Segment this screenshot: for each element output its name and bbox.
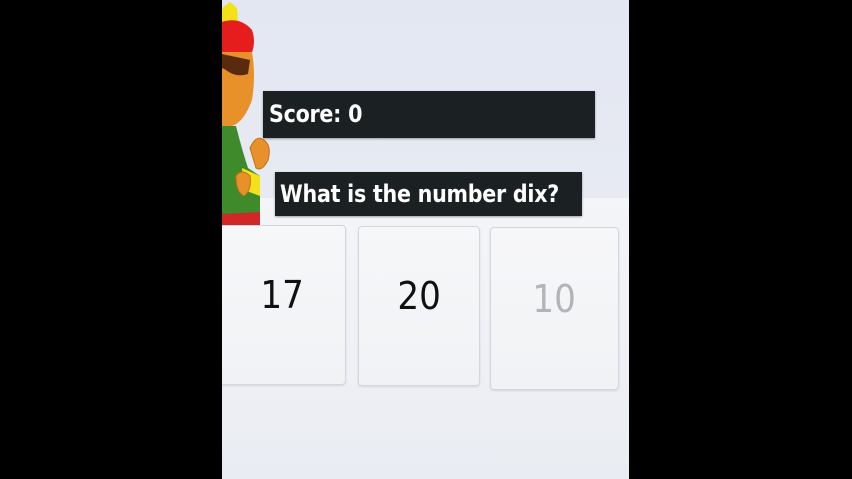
score-banner: Score: 0 — [263, 91, 595, 138]
answer-card-3[interactable]: 10 — [490, 227, 619, 390]
question-text: What is the number dix? — [280, 180, 559, 208]
answer-value-3: 10 — [532, 276, 577, 321]
question-banner: What is the number dix? — [275, 172, 582, 216]
answer-card-1[interactable]: 17 — [222, 225, 346, 385]
answer-card-2[interactable]: 20 — [358, 226, 480, 386]
game-stage: Score: 0 What is the number dix? 17 20 1… — [222, 0, 629, 479]
answer-value-1: 17 — [260, 273, 304, 317]
answer-value-2: 20 — [397, 274, 441, 318]
score-label: Score: 0 — [269, 100, 363, 128]
